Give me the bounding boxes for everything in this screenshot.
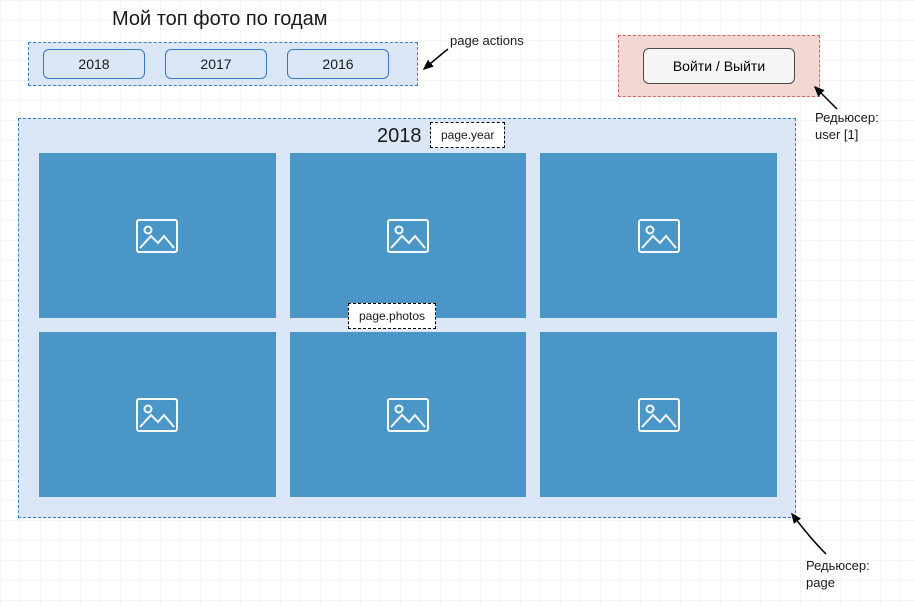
arrow-reducer-page: [788, 510, 838, 560]
year-button-2017[interactable]: 2017: [165, 49, 267, 79]
annotation-reducer-user: Редьюсер: user [1]: [815, 110, 879, 144]
image-icon: [638, 398, 680, 432]
image-icon: [387, 398, 429, 432]
image-icon: [136, 219, 178, 253]
image-icon: [387, 219, 429, 253]
tag-page-photos: page.photos: [348, 303, 436, 329]
year-button-2016[interactable]: 2016: [287, 49, 389, 79]
arrow-page-actions: [420, 47, 460, 77]
photo-placeholder: [540, 153, 777, 318]
image-icon: [638, 219, 680, 253]
photo-placeholder: [39, 153, 276, 318]
annotation-page-actions: page actions: [450, 33, 524, 50]
user-panel: Войти / Выйти: [618, 35, 820, 97]
login-logout-button[interactable]: Войти / Выйти: [643, 48, 795, 84]
photo-placeholder: [290, 332, 527, 497]
photo-placeholder: [540, 332, 777, 497]
page-actions-panel: 2018 2017 2016: [28, 42, 418, 86]
photo-placeholder: [290, 153, 527, 318]
page-year-heading: 2018: [377, 125, 422, 148]
year-button-2018[interactable]: 2018: [43, 49, 145, 79]
tag-page-year: page.year: [430, 122, 505, 148]
annotation-reducer-page: Редьюсер: page: [806, 558, 870, 592]
page-title: Мой топ фото по годам: [112, 8, 328, 31]
image-icon: [136, 398, 178, 432]
photo-placeholder: [39, 332, 276, 497]
